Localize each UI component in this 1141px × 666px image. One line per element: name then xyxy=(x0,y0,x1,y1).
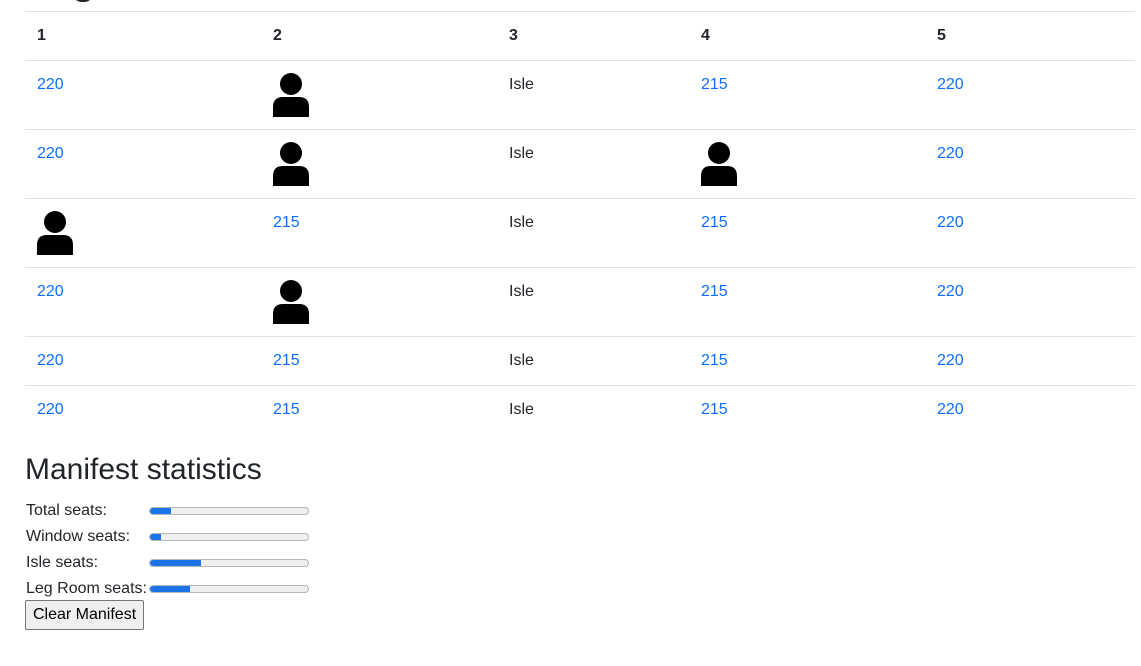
stat-row-legroom: Leg Room seats: xyxy=(26,576,309,602)
window-seats-progress xyxy=(149,533,309,541)
progress-fill xyxy=(150,586,190,592)
manifest-statistics-title: Manifest statistics xyxy=(25,453,262,486)
progress-fill xyxy=(150,508,171,514)
seat-price-link[interactable]: 215 xyxy=(701,75,728,95)
seat-cell xyxy=(261,129,497,199)
person-icon[interactable] xyxy=(37,211,73,255)
seat-price-link[interactable]: 220 xyxy=(937,144,964,164)
seat-price-link[interactable]: 215 xyxy=(701,351,728,371)
column-header-1: 1 xyxy=(25,12,261,61)
stat-label: Leg Room seats: xyxy=(26,580,147,597)
seat-row: 220 Isle 220 xyxy=(25,129,1135,199)
stat-row-isle: Isle seats: xyxy=(26,550,309,576)
seat-map-body: 220 Isle 215 220 220 Isle 220 215 Isle 215 220 220 I… xyxy=(25,60,1135,433)
seat-price-link[interactable]: 215 xyxy=(273,351,300,371)
seat-cell xyxy=(261,60,497,130)
manifest-statistics: Total seats: Window seats: Isle seats: Leg … xyxy=(26,498,309,602)
seat-cell: Isle xyxy=(497,386,689,433)
seat-cell: 220 xyxy=(925,267,1135,337)
seat-price-link[interactable]: 220 xyxy=(937,282,964,302)
clear-manifest-button[interactable]: Clear Manifest xyxy=(25,600,145,630)
seat-cell: 220 xyxy=(25,60,261,130)
seat-price-link[interactable]: 220 xyxy=(37,351,64,371)
seat-cell: Isle xyxy=(497,336,689,386)
seat-cell: 215 xyxy=(689,267,925,337)
seat-price-link[interactable]: 215 xyxy=(701,400,728,420)
stat-row-window: Window seats: xyxy=(26,524,309,550)
person-icon[interactable] xyxy=(273,73,309,117)
seat-cell: 220 xyxy=(25,267,261,337)
seat-cell: 220 xyxy=(25,129,261,199)
seat-cell xyxy=(25,198,261,268)
seat-cell xyxy=(689,129,925,199)
isle-label: Isle xyxy=(509,76,534,93)
seat-price-link[interactable]: 215 xyxy=(273,213,300,233)
seat-map-header-row: 1 2 3 4 5 xyxy=(25,12,1135,61)
isle-label: Isle xyxy=(509,352,534,369)
seat-cell: 215 xyxy=(689,60,925,130)
seat-cell: 215 xyxy=(261,336,497,386)
seat-price-link[interactable]: 220 xyxy=(937,213,964,233)
progress-fill xyxy=(150,534,162,540)
isle-seats-progress xyxy=(149,559,309,567)
seat-row: 220 215 Isle 215 220 xyxy=(25,336,1135,386)
seat-cell: 220 xyxy=(925,198,1135,268)
seat-price-link[interactable]: 220 xyxy=(937,75,964,95)
seat-row: 215 Isle 215 220 xyxy=(25,198,1135,268)
legroom-seats-progress xyxy=(149,585,309,593)
seat-row: 220 Isle 215 220 xyxy=(25,267,1135,337)
seat-cell: Isle xyxy=(497,267,689,337)
seat-cell: Isle xyxy=(497,60,689,130)
seat-cell: 220 xyxy=(925,60,1135,130)
seat-cell: Isle xyxy=(497,198,689,268)
seat-cell: 220 xyxy=(925,336,1135,386)
seat-cell: 220 xyxy=(925,129,1135,199)
seat-cell: Isle xyxy=(497,129,689,199)
person-icon[interactable] xyxy=(273,280,309,324)
progress-fill xyxy=(150,560,201,566)
stat-row-total: Total seats: xyxy=(26,498,309,524)
seat-cell: 215 xyxy=(689,336,925,386)
isle-label: Isle xyxy=(509,214,534,231)
seat-row: 220 Isle 215 220 xyxy=(25,60,1135,130)
seat-cell xyxy=(261,267,497,337)
person-icon[interactable] xyxy=(273,142,309,186)
seat-price-link[interactable]: 215 xyxy=(701,213,728,233)
seat-price-link[interactable]: 220 xyxy=(37,144,64,164)
column-header-3: 3 xyxy=(497,12,689,61)
total-seats-progress xyxy=(149,507,309,515)
seat-row: 220 215 Isle 215 220 xyxy=(25,386,1135,433)
column-header-4: 4 xyxy=(689,12,925,61)
seat-price-link[interactable]: 215 xyxy=(701,282,728,302)
seat-price-link[interactable]: 220 xyxy=(937,351,964,371)
seat-price-link[interactable]: 220 xyxy=(937,400,964,420)
seat-price-link[interactable]: 220 xyxy=(37,400,64,420)
column-header-5: 5 xyxy=(925,12,1135,61)
person-icon[interactable] xyxy=(701,142,737,186)
stat-label: Window seats: xyxy=(26,528,131,545)
seat-price-link[interactable]: 215 xyxy=(273,400,300,420)
page-heading-clipped xyxy=(72,0,94,2)
stat-label: Isle seats: xyxy=(26,554,99,571)
seat-map-table: 1 2 3 4 5 220 Isle 215 220 220 Isle 220 215 Isle… xyxy=(25,12,1135,432)
seat-cell: 220 xyxy=(25,386,261,433)
seat-cell: 220 xyxy=(25,336,261,386)
isle-label: Isle xyxy=(509,401,534,418)
seat-cell: 215 xyxy=(261,386,497,433)
isle-label: Isle xyxy=(509,145,534,162)
seat-price-link[interactable]: 220 xyxy=(37,282,64,302)
isle-label: Isle xyxy=(509,283,534,300)
seat-cell: 215 xyxy=(261,198,497,268)
seat-price-link[interactable]: 220 xyxy=(37,75,64,95)
seat-cell: 220 xyxy=(925,386,1135,433)
seat-cell: 215 xyxy=(689,386,925,433)
seat-cell: 215 xyxy=(689,198,925,268)
stat-label: Total seats: xyxy=(26,502,107,519)
column-header-2: 2 xyxy=(261,12,497,61)
